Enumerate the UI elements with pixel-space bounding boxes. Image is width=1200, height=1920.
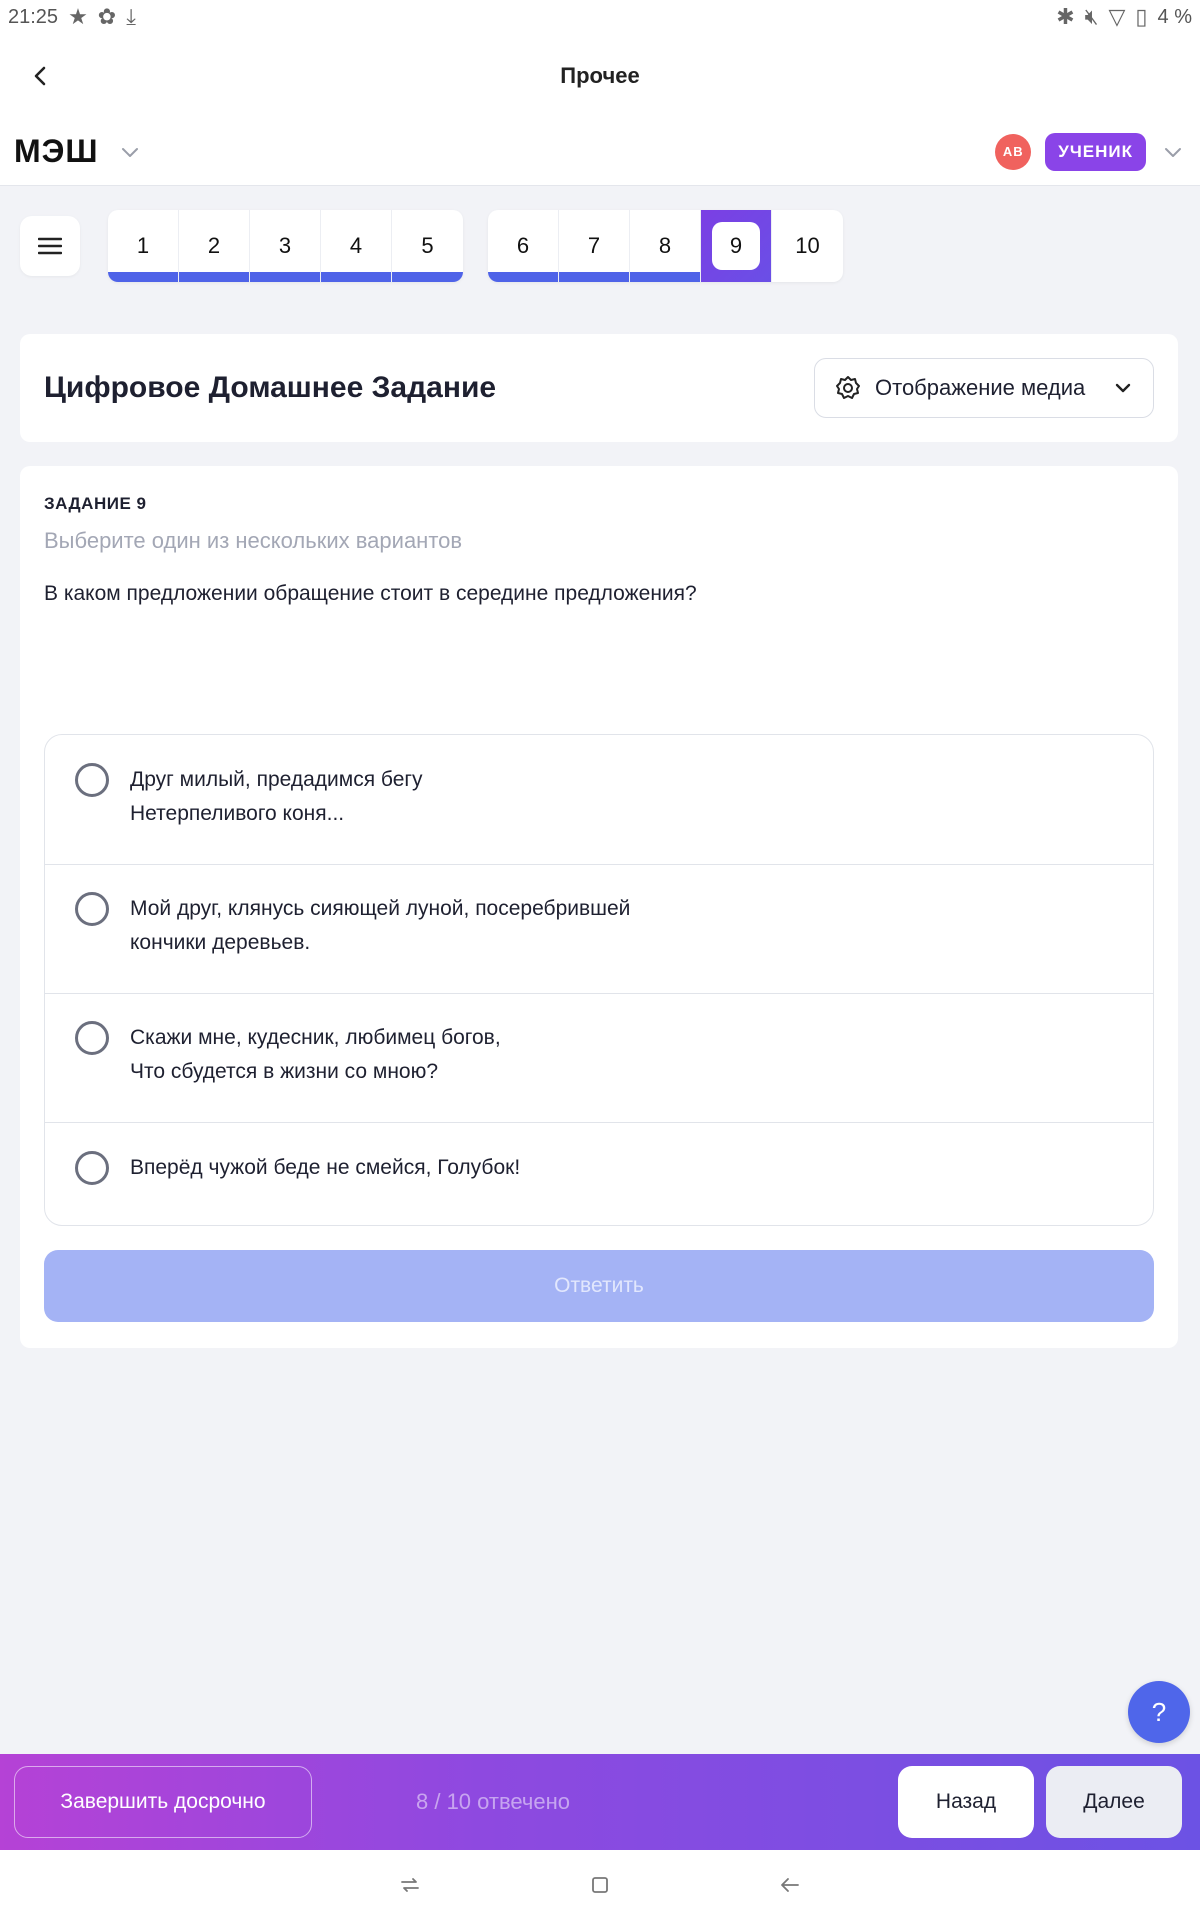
question-mark-icon: ? [1151,1696,1167,1727]
radio-button[interactable] [75,1151,109,1185]
recent-apps-icon[interactable] [395,1870,425,1900]
answer-option-4[interactable]: Вперёд чужой беде не смейся, Голубок! [45,1123,1153,1225]
answer-option-2[interactable]: Мой друг, клянусь сияющей луной, посереб… [45,865,1153,994]
system-nav-bar [0,1850,1200,1920]
battery-level: 4 % [1157,5,1192,28]
question-nav-9-current[interactable]: 9 [701,210,772,282]
battery-icon: ▯ [1135,4,1148,29]
star-icon: ★ [68,4,88,29]
task-label: ЗАДАНИЕ 9 [44,494,147,513]
homework-header-card: Цифровое Домашнее Задание Отображение ме… [20,334,1178,442]
answer-option-1[interactable]: Друг милый, предадимся бегу Нетерпеливог… [45,735,1153,865]
radio-button[interactable] [75,1021,109,1055]
question-nav-1[interactable]: 1 [108,210,179,282]
app-notification-icon: ✿ [97,4,117,29]
media-display-label: Отображение медиа [875,375,1086,400]
question-nav-7[interactable]: 7 [559,210,630,282]
prev-button[interactable]: Назад [898,1766,1034,1838]
option-text: Мой друг, клянусь сияющей луной, посереб… [130,897,631,954]
finish-early-button[interactable]: Завершить досрочно [14,1766,312,1838]
menu-button[interactable] [20,216,80,276]
app-bar: Прочее [0,34,1200,118]
mute-icon: 🔇︎ [1084,4,1099,29]
answered-progress: 8 / 10 отвечено [416,1789,571,1814]
answer-button[interactable]: Ответить [44,1250,1154,1322]
question-nav-5[interactable]: 5 [392,210,463,282]
brand-row: МЭШ АВ УЧЕНИК [0,118,1200,186]
media-display-dropdown[interactable]: Отображение медиа [814,358,1154,418]
option-text: Скажи мне, кудесник, любимец богов, Что … [130,1026,501,1083]
chevron-down-icon [117,139,143,165]
profile-chevron-down-icon [1160,139,1186,165]
page-title: Прочее [560,63,640,88]
home-icon[interactable] [585,1870,615,1900]
system-back-icon[interactable] [775,1870,805,1900]
chevron-down-icon [1115,383,1131,393]
option-text: Друг милый, предадимся бегу Нетерпеливог… [130,768,423,825]
question-nav-3[interactable]: 3 [250,210,321,282]
question-nav-group-1: 1 2 3 4 5 [108,210,463,282]
status-time: 21:25 [8,5,59,28]
avatar: АВ [995,133,1032,170]
option-text: Вперёд чужой беде не смейся, Голубок! [130,1156,521,1179]
question-nav-6[interactable]: 6 [488,210,559,282]
download-icon: ⤓ [126,4,136,29]
profile-menu[interactable]: АВ УЧЕНИК [995,132,1186,171]
radio-button[interactable] [75,763,109,797]
question-nav-8[interactable]: 8 [630,210,701,282]
question-nav-group-2: 6 7 8 9 10 [488,210,843,282]
gear-icon [836,376,860,399]
homework-title: Цифровое Домашнее Задание [44,371,497,404]
answer-options: Друг милый, предадимся бегу Нетерпеливог… [44,734,1154,1226]
next-button[interactable]: Далее [1046,1766,1182,1838]
mesh-logo: МЭШ [14,133,99,169]
brand-switcher[interactable]: МЭШ [14,133,143,170]
wifi-icon: ▽ [1108,4,1126,29]
radio-button[interactable] [75,892,109,926]
task-hint: Выберите один из нескольких вариантов [44,528,463,553]
role-badge: УЧЕНИК [1045,132,1146,171]
back-button[interactable] [18,54,62,98]
answer-option-3[interactable]: Скажи мне, кудесник, любимец богов, Что … [45,994,1153,1123]
question-nav-4[interactable]: 4 [321,210,392,282]
question-nav-10[interactable]: 10 [772,210,843,282]
bluetooth-icon: ✱ [1056,4,1075,29]
task-question: В каком предложении обращение стоит в се… [44,582,697,605]
bottom-action-bar: Завершить досрочно 8 / 10 отвечено Назад… [0,1754,1200,1850]
chevron-left-icon [34,66,46,86]
hamburger-icon [38,237,62,255]
help-button[interactable]: ? [1128,1681,1190,1743]
status-bar: 21:25 ★ ✿ ⤓ ✱ 🔇︎ ▽ ▯ 4 % [0,0,1200,34]
question-nav-2[interactable]: 2 [179,210,250,282]
